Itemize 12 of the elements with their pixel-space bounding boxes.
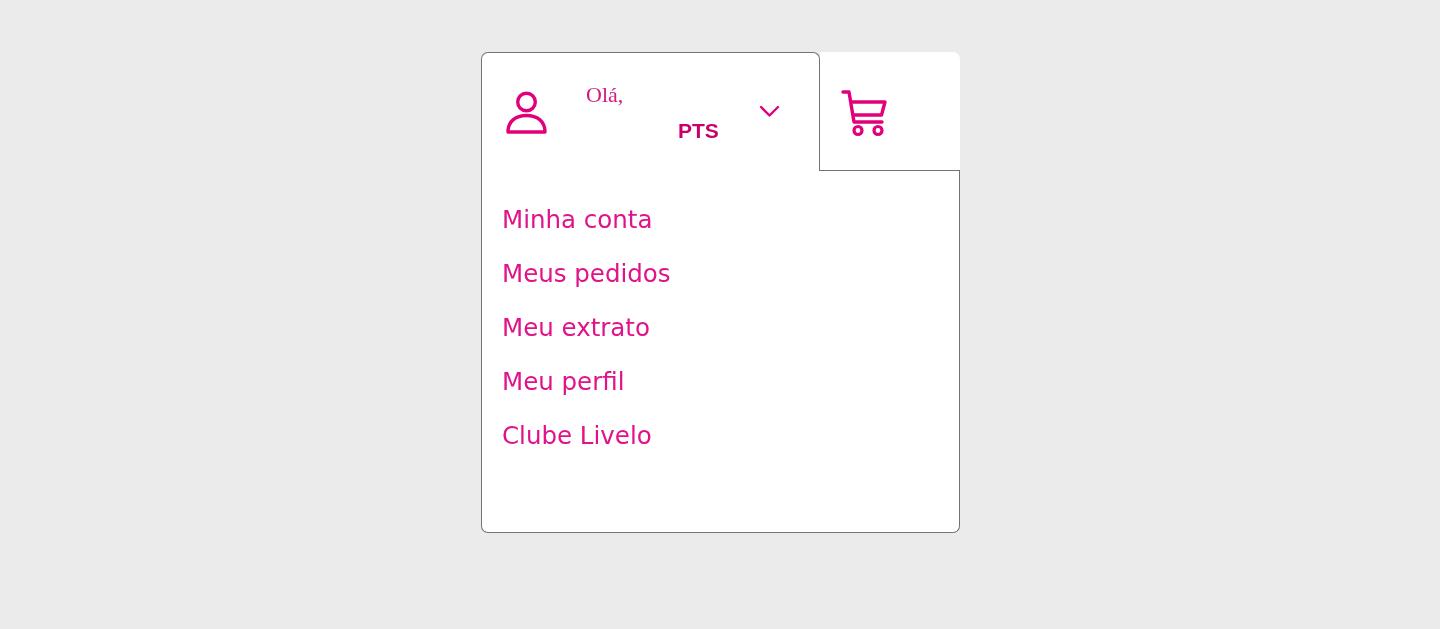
menu-item[interactable]: Clube Livelo	[502, 421, 652, 451]
menu-item[interactable]: Meu extrato	[502, 313, 650, 343]
menu-item[interactable]: Minha conta	[502, 205, 653, 235]
account-menu-button[interactable]: Olá, PTS	[481, 52, 820, 171]
menu-item[interactable]: Meus pedidos	[502, 259, 671, 289]
menu-item[interactable]: Meu perfil	[502, 367, 625, 397]
user-icon	[506, 90, 547, 134]
cart-button[interactable]	[820, 52, 960, 171]
cart-icon	[841, 88, 887, 137]
chevron-down-icon	[759, 104, 780, 118]
greeting-text: Olá,	[586, 81, 624, 108]
points-label: PTS	[678, 118, 719, 143]
